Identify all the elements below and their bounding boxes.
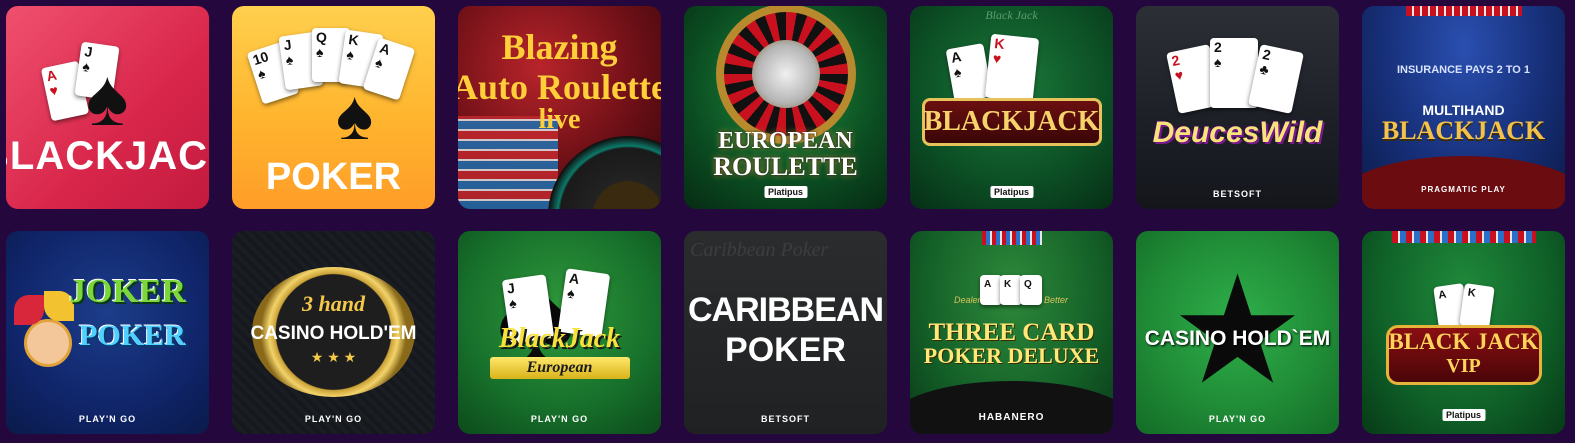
game-tile-joker-poker[interactable]: JOKER POKER PLAY'N GO xyxy=(6,231,209,434)
game-tile-caribbean-poker[interactable]: Caribbean Poker CARIBBEAN POKER BETSOFT xyxy=(684,231,887,434)
game-tile-blackjack-vip[interactable]: A K BLACK JACK VIP Platipus xyxy=(1362,231,1565,434)
game-title-line1: CARIBBEAN xyxy=(688,291,884,329)
game-title-line2: Auto Roulette xyxy=(458,67,661,107)
spade-icon: ♠ xyxy=(336,76,374,154)
game-tile-three-card-poker-deluxe[interactable]: A K Q Dealer Better THREE CARD POKER DEL… xyxy=(910,231,1113,434)
game-title-line2: European xyxy=(526,359,593,376)
game-title-line2: POKER xyxy=(79,319,186,352)
game-title: DeucesWild xyxy=(1152,116,1323,149)
game-title-line1: EUROPEAN xyxy=(718,128,853,154)
game-title-line3: live xyxy=(538,104,581,135)
provider-logo: HABANERO xyxy=(978,412,1045,423)
roulette-wheel-icon xyxy=(716,6,856,144)
roulette-wheel-icon xyxy=(548,136,661,209)
table-edge xyxy=(1362,156,1565,209)
game-title-line2: VIP xyxy=(1446,355,1481,377)
game-title-line1: Blazing xyxy=(501,27,618,67)
stars-rating-icon: ★ ★ ★ xyxy=(310,349,357,365)
game-title-line1: JOKER xyxy=(68,273,187,310)
chip-tray-icon xyxy=(1392,231,1536,243)
game-title: POKER xyxy=(265,156,402,198)
provider-logo: BETSOFT xyxy=(1213,189,1262,199)
felt-text-right: Better xyxy=(1044,295,1069,305)
game-title-line2: CASINO HOLD'EM xyxy=(250,323,417,344)
table-text: Black Jack xyxy=(985,8,1038,22)
provider-logo: PLAY'N GO xyxy=(530,414,589,424)
game-tile-european-roulette[interactable]: EUROPEAN ROULETTE Platipus xyxy=(684,6,887,209)
provider-logo: Platipus xyxy=(763,186,808,198)
provider-logo: Platipus xyxy=(989,186,1034,198)
game-title-line1: 3 hand xyxy=(302,291,365,316)
card-king-hearts-icon: K ♥ xyxy=(984,33,1040,103)
provider-logo: PLAY'N GO xyxy=(78,414,137,424)
game-title-line2: POKER xyxy=(725,331,846,369)
provider-logo: Platipus xyxy=(1441,409,1486,421)
provider-logo: PRAGMATIC PLAY xyxy=(1421,185,1506,194)
background-text: Caribbean Poker xyxy=(690,239,829,261)
game-title-line2: ROULETTE xyxy=(713,152,858,181)
game-title-line1: BLACK JACK xyxy=(1388,329,1539,354)
game-title: BLACKJACK xyxy=(923,106,1100,137)
game-title: CASINO HOLD`EM xyxy=(1144,327,1331,350)
game-title: BLACKJACK xyxy=(6,134,209,178)
provider-logo: BETSOFT xyxy=(761,414,810,424)
spade-icon: ♠ xyxy=(86,53,129,142)
game-tile-blackjack-platipus[interactable]: Black Jack A ♠ K ♥ BLACKJACK Platipus xyxy=(910,6,1113,209)
game-title-line2: BLACKJACK xyxy=(1381,116,1546,145)
game-tile-3-hand-casino-holdem[interactable]: 3 hand CASINO HOLD'EM ★ ★ ★ PLAY'N GO xyxy=(232,231,435,434)
game-title-line2: POKER DELUXE xyxy=(923,343,1100,368)
game-tile-poker[interactable]: 10 ♠ J ♠ Q ♠ K ♠ A ♠ ♠ POKER xyxy=(232,6,435,209)
game-tile-multihand-blackjack[interactable]: INSURANCE PAYS 2 TO 1 MULTIHAND BLACKJAC… xyxy=(1362,6,1565,209)
provider-logo: PLAY'N GO xyxy=(304,414,363,424)
game-title-line1: BlackJack xyxy=(498,323,621,354)
provider-logo: PLAY'N GO xyxy=(1208,414,1267,424)
game-tile-deuces-wild[interactable]: 2 ♥ 2 ♠ 2 ♣ DeucesWild BETSOFT xyxy=(1136,6,1339,209)
felt-text: INSURANCE PAYS 2 TO 1 xyxy=(1396,64,1531,76)
table-edge xyxy=(910,381,1113,434)
game-tile-blackjack[interactable]: A♥ J♠ ♠ BLACKJACK xyxy=(6,6,209,209)
game-tile-blazing-auto-roulette[interactable]: Blazing Auto Roulette live xyxy=(458,6,661,209)
game-tile-casino-holdem[interactable]: ★ CASINO HOLD`EM PLAY'N GO xyxy=(1136,231,1339,434)
chip-rack-icon xyxy=(1406,6,1522,16)
game-grid: A♥ J♠ ♠ BLACKJACK 10♠ J♠ Q♠ K♠ A♠ ♠ POKE… xyxy=(6,6,1565,434)
chip-tray-icon xyxy=(982,231,1042,245)
felt-text-left: Dealer xyxy=(954,295,981,305)
game-tile-blackjack-european[interactable]: ♠ J♠ A♠ BlackJack European PLAY'N GO xyxy=(458,231,661,434)
